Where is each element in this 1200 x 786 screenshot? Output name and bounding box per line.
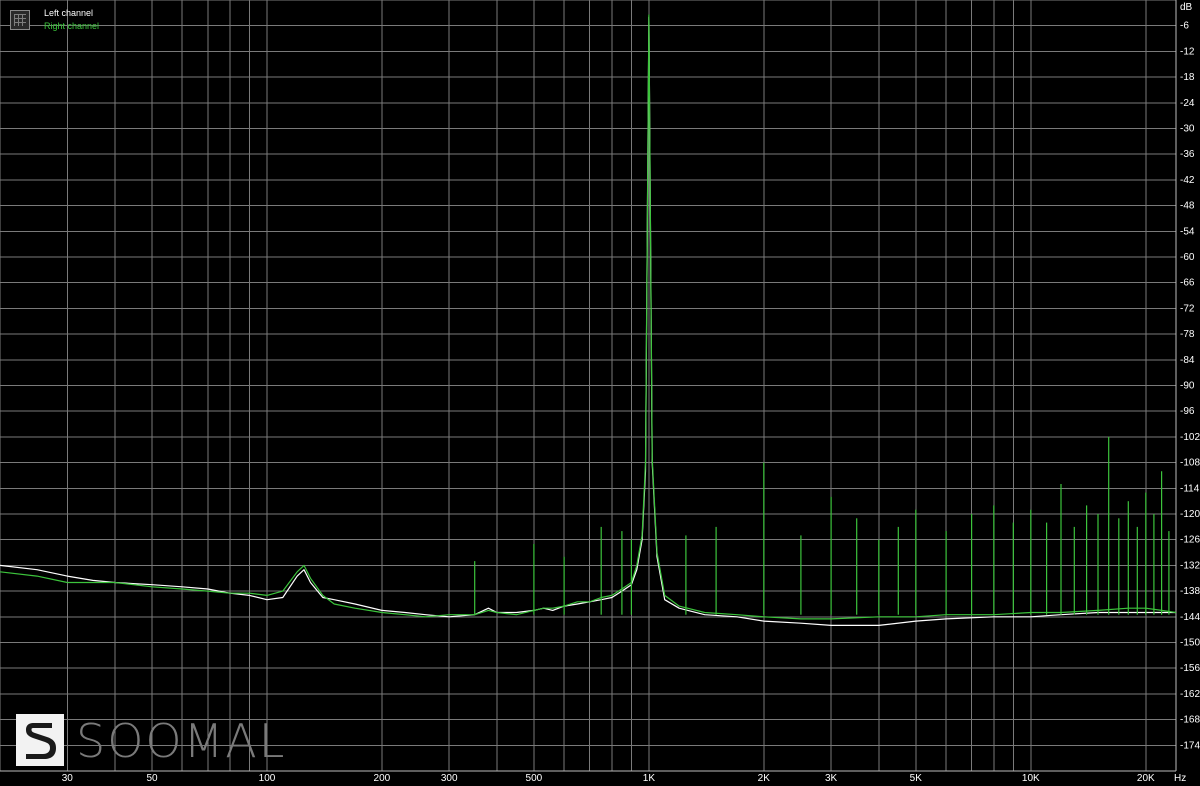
x-tick-label: 20K bbox=[1137, 773, 1155, 784]
y-tick-label: -18 bbox=[1180, 72, 1195, 83]
x-tick-label: 3K bbox=[825, 773, 838, 784]
y-tick-label: -120 bbox=[1180, 509, 1200, 520]
y-tick-label: -144 bbox=[1180, 612, 1200, 623]
logo-mark-icon bbox=[16, 714, 64, 766]
y-tick-label: -48 bbox=[1180, 201, 1195, 212]
y-tick-label: -150 bbox=[1180, 638, 1200, 649]
legend-grid-icon[interactable] bbox=[10, 10, 30, 30]
legend-right-channel: Right channel bbox=[44, 21, 100, 31]
y-tick-label: -108 bbox=[1180, 458, 1200, 469]
y-tick-label: -30 bbox=[1180, 124, 1195, 135]
y-tick-label: -42 bbox=[1180, 175, 1195, 186]
y-tick-label: -90 bbox=[1180, 381, 1195, 392]
x-tick-label: 10K bbox=[1022, 773, 1040, 784]
x-tick-label: 200 bbox=[374, 773, 391, 784]
y-tick-label: -96 bbox=[1180, 406, 1195, 417]
y-tick-label: -126 bbox=[1180, 535, 1200, 546]
y-tick-label: -84 bbox=[1180, 355, 1195, 366]
y-tick-label: -36 bbox=[1180, 149, 1195, 160]
x-tick-label: 1K bbox=[643, 773, 656, 784]
y-tick-label: -132 bbox=[1180, 560, 1200, 571]
x-tick-label: 300 bbox=[441, 773, 458, 784]
y-tick-label: -168 bbox=[1180, 715, 1200, 726]
x-tick-label: 30 bbox=[62, 773, 74, 784]
y-tick-label: -66 bbox=[1180, 278, 1195, 289]
x-tick-label: 100 bbox=[259, 773, 276, 784]
y-tick-label: -54 bbox=[1180, 226, 1195, 237]
y-tick-label: -60 bbox=[1180, 252, 1195, 263]
y-axis-unit: dB bbox=[1180, 2, 1193, 13]
logo-text: SOOMAL bbox=[76, 714, 287, 768]
y-tick-label: -24 bbox=[1180, 98, 1195, 109]
spectrum-chart: -6 -12 -18 -24 -30 -36 -42 -48 -54 -60 -66 -72 -78 -8… bbox=[0, 0, 1200, 786]
y-tick-label: -114 bbox=[1180, 483, 1200, 494]
x-tick-label: 5K bbox=[910, 773, 923, 784]
x-tick-label: 2K bbox=[758, 773, 771, 784]
y-tick-label: -138 bbox=[1180, 586, 1200, 597]
y-tick-label: -156 bbox=[1180, 663, 1200, 674]
x-tick-label: 500 bbox=[526, 773, 543, 784]
x-axis-unit: Hz bbox=[1174, 773, 1186, 784]
y-tick-label: -72 bbox=[1180, 303, 1195, 314]
y-tick-label: -162 bbox=[1180, 689, 1200, 700]
legend-left-channel: Left channel bbox=[44, 8, 94, 18]
y-tick-label: -174 bbox=[1180, 740, 1200, 751]
x-tick-label: 50 bbox=[146, 773, 158, 784]
y-tick-label: -102 bbox=[1180, 432, 1200, 443]
y-tick-label: -78 bbox=[1180, 329, 1195, 340]
y-tick-label: -6 bbox=[1180, 21, 1189, 32]
y-tick-label: -12 bbox=[1180, 46, 1195, 57]
